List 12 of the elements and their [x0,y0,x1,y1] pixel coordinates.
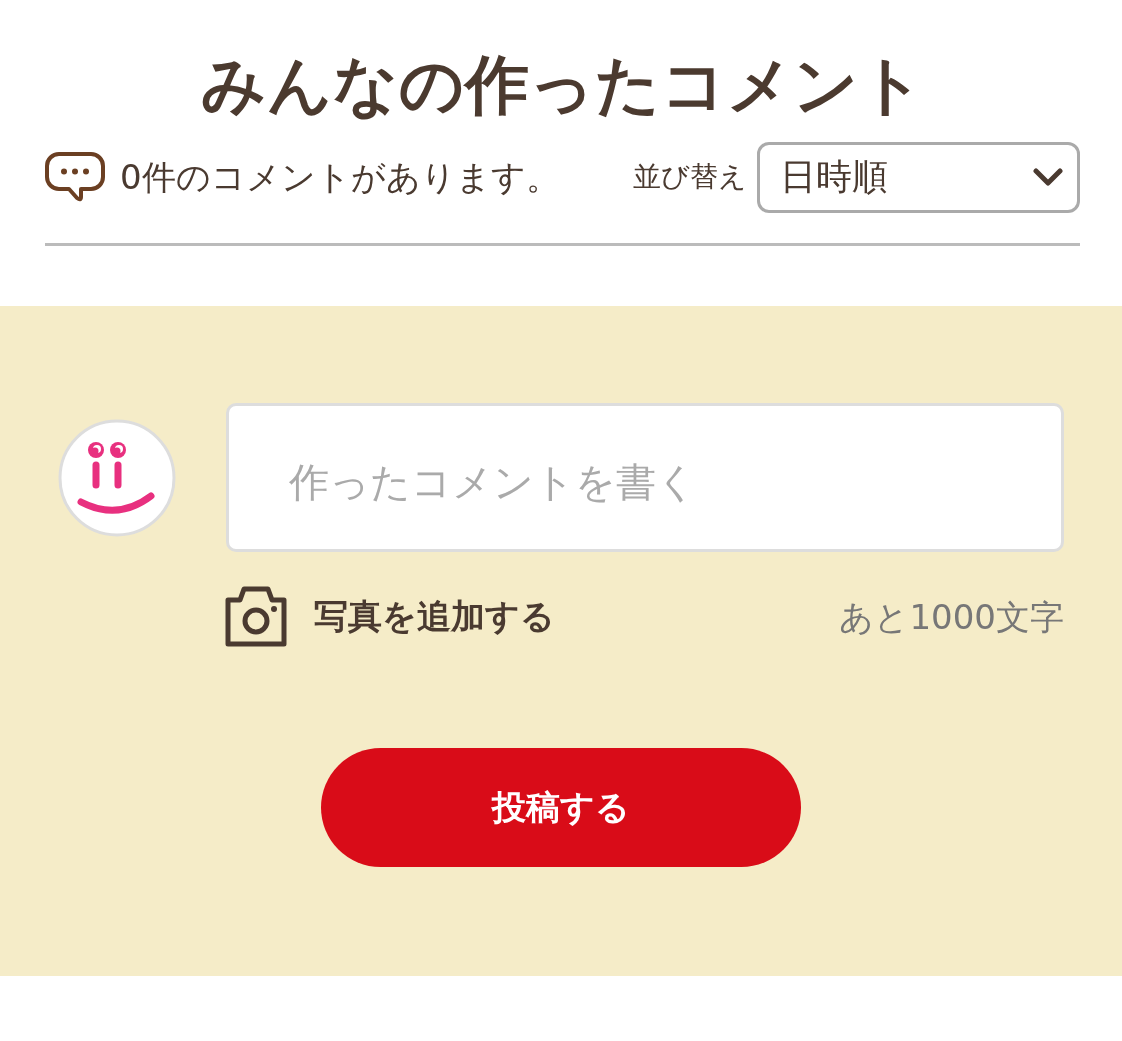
speech-bubble-icon [45,151,105,203]
page-title: みんなの作ったコメント [200,47,925,124]
comment-input[interactable]: 作ったコメントを書く [226,403,1064,552]
chevron-down-icon [1033,168,1063,186]
sort-select[interactable]: 日時順 [757,141,1080,213]
sort-label: 並び替え [633,159,747,195]
submit-button[interactable]: 投稿する [321,748,801,867]
comment-count: 0件のコメントがあります。 [120,156,560,199]
add-photo-button[interactable]: 写真を追加する [224,586,555,648]
camera-icon [224,586,288,648]
remaining-characters: あと1000文字 [839,596,1064,639]
smiley-icon [58,418,176,537]
